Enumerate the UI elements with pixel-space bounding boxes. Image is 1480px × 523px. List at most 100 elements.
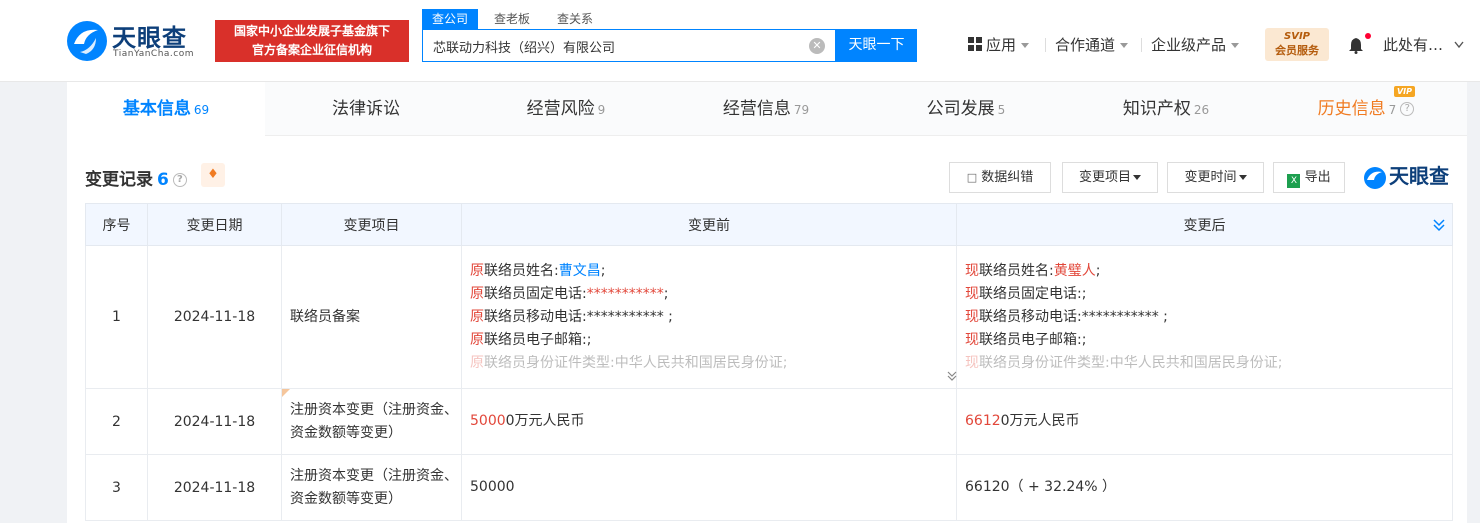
tab-label: 基本信息	[122, 99, 191, 119]
vip-badge: VIP	[1393, 86, 1415, 97]
chevron-down-icon	[1021, 43, 1030, 48]
field: 联络员身份证件类型:中华人民共和国居民身份证;	[484, 354, 788, 371]
prefix: 原	[470, 262, 484, 279]
section-title: 变更记录 6?	[85, 165, 187, 190]
divider	[1045, 38, 1046, 52]
field: 联络员移动电话:***********	[484, 308, 664, 325]
tab-count: 5	[997, 103, 1006, 117]
table-row: 2 2024-11-18 注册资本变更（注册资金、资金数额等变更） 50000万…	[85, 388, 1453, 455]
nav-partner[interactable]: 合作通道	[1055, 34, 1129, 56]
clear-icon[interactable]: ✕	[809, 38, 825, 54]
sep: ;	[1081, 331, 1087, 348]
svip-sub: 会员服务	[1275, 44, 1319, 57]
after-line: 现联络员姓名:黄璧人;	[965, 260, 1452, 283]
field: 联络员电子邮箱:	[979, 331, 1082, 348]
data-correction-button[interactable]: □ 数据纠错	[949, 162, 1051, 193]
search-tab-relation[interactable]: 查关系	[557, 9, 593, 29]
nav-enterprise[interactable]: 企业级产品	[1151, 34, 1240, 56]
tab-bar: 基本信息 69 法律诉讼 经营风险 9 经营信息 79 公司发展 5 知识产权 26 历史…	[67, 82, 1467, 136]
search-tab-company[interactable]: 查公司	[422, 9, 479, 29]
top-header: 天眼查 TianYanCha.com 国家中小企业发展子基金旗下 官方备案企业征…	[0, 0, 1480, 82]
cell-item: 注册资本变更（注册资金、资金数额等变更）	[281, 388, 462, 455]
sep: ;	[1095, 262, 1101, 279]
tab-basic-info[interactable]: 基本信息 69	[67, 82, 265, 136]
section-title-text: 变更记录	[85, 170, 153, 190]
table-row: 3 2024-11-18 注册资本变更（注册资金、资金数额等变更） 50000 …	[85, 454, 1453, 521]
cell-after: 66120（ + 32.24% ）	[956, 454, 1453, 521]
promo-banner[interactable]: 国家中小企业发展子基金旗下 官方备案企业征信机构	[215, 20, 409, 62]
field: 联络员固定电话:	[979, 285, 1082, 302]
chevron-down-icon	[1120, 43, 1129, 48]
th-item: 变更项目	[281, 203, 462, 246]
field: 联络员姓名:	[484, 262, 559, 279]
cell-date: 2024-11-18	[147, 388, 282, 455]
before-line: 原联络员电子邮箱:;	[470, 329, 956, 352]
tab-label: 经营信息	[722, 99, 791, 119]
item-text: 注册资本变更（注册资金、资金数额等变更）	[290, 401, 458, 441]
watermark-text: 天眼查	[1389, 164, 1449, 188]
nav-apps[interactable]: 应用	[968, 34, 1030, 56]
value-link[interactable]: 曹文昌	[559, 263, 601, 279]
promo-line-2: 官方备案企业征信机构	[251, 43, 372, 57]
search-box[interactable]: 芯联动力科技（绍兴）有限公司 ✕	[422, 29, 836, 62]
help-icon[interactable]: ?	[1400, 102, 1415, 116]
th-date: 变更日期	[147, 203, 282, 246]
change-record-table: 序号 变更日期 变更项目 变更前 变更后 1 2024-11-18 联络员备案 …	[85, 203, 1453, 521]
excel-icon: X	[1287, 174, 1301, 188]
tab-risk[interactable]: 经营风险 9	[467, 82, 665, 136]
search-input[interactable]: 芯联动力科技（绍兴）有限公司	[433, 37, 615, 56]
tab-operation[interactable]: 经营信息 79	[667, 82, 865, 136]
before-line: 原联络员固定电话:***********;	[470, 283, 956, 306]
button-label: 变更时间	[1184, 170, 1237, 185]
export-button[interactable]: X 导出	[1273, 162, 1345, 193]
site-logo[interactable]: 天眼查 TianYanCha.com	[66, 18, 206, 64]
logo-subtitle: TianYanCha.com	[113, 49, 195, 59]
prefix: 现	[965, 262, 979, 279]
chevron-down-icon	[1133, 175, 1141, 180]
tab-development[interactable]: 公司发展 5	[867, 82, 1065, 136]
nav-partner-label: 合作通道	[1055, 36, 1116, 54]
user-menu[interactable]: 此处有…	[1383, 34, 1464, 56]
after-line: 现联络员电子邮箱:;	[965, 329, 1452, 352]
prefix: 原	[470, 285, 484, 302]
expand-icon[interactable]	[946, 370, 958, 382]
grid-icon	[968, 37, 982, 51]
tab-legal[interactable]: 法律诉讼	[267, 82, 465, 136]
sep: ;	[1158, 308, 1168, 325]
cell-date: 2024-11-18	[147, 245, 282, 389]
prefix: 现	[965, 285, 979, 302]
prefix: 原	[470, 331, 484, 348]
bell-icon[interactable]	[1348, 37, 1364, 54]
field: 联络员电子邮箱:	[484, 331, 587, 348]
prefix: 现	[965, 331, 979, 348]
svip-button[interactable]: SVIP 会员服务	[1265, 28, 1329, 61]
help-icon[interactable]: ?	[172, 173, 187, 187]
collapse-icon[interactable]	[1432, 218, 1446, 232]
change-time-filter[interactable]: 变更时间	[1167, 162, 1264, 193]
highlight: 5000	[470, 413, 506, 429]
field: 联络员身份证件类型:中华人民共和国居民身份证;	[979, 354, 1283, 371]
after-line: 现联络员移动电话:*********** ;	[965, 306, 1452, 329]
cell-before: 原联络员姓名:曹文昌; 原联络员固定电话:***********; 原联络员移动…	[461, 245, 958, 389]
cell-item: 注册资本变更（注册资金、资金数额等变更）	[281, 454, 462, 521]
cell-no: 3	[85, 454, 148, 521]
sep: ;	[663, 285, 669, 302]
sep: ;	[600, 262, 606, 279]
prefix: 原	[470, 354, 484, 371]
field: 联络员移动电话:***********	[979, 308, 1159, 325]
tab-label: 经营风险	[526, 99, 595, 119]
main-panel: 基本信息 69 法律诉讼 经营风险 9 经营信息 79 公司发展 5 知识产权 26 历史…	[67, 82, 1467, 523]
search-tab-boss[interactable]: 查老板	[494, 9, 530, 29]
subscribe-bell-icon[interactable]: ♦	[201, 163, 225, 187]
tab-history[interactable]: 历史信息 7? VIP	[1267, 82, 1465, 136]
change-item-filter[interactable]: 变更项目	[1062, 162, 1158, 193]
tab-label: 历史信息	[1317, 99, 1386, 119]
nav-apps-label: 应用	[986, 36, 1017, 54]
button-label: 变更项目	[1078, 170, 1131, 185]
tab-count: 26	[1193, 103, 1210, 117]
tab-count: 79	[793, 103, 810, 117]
table-row: 1 2024-11-18 联络员备案 原联络员姓名:曹文昌; 原联络员固定电话:…	[85, 245, 1453, 389]
tab-ip[interactable]: 知识产权 26	[1067, 82, 1265, 136]
highlight: 6612	[965, 413, 1001, 429]
search-button[interactable]: 天眼一下	[836, 29, 917, 62]
